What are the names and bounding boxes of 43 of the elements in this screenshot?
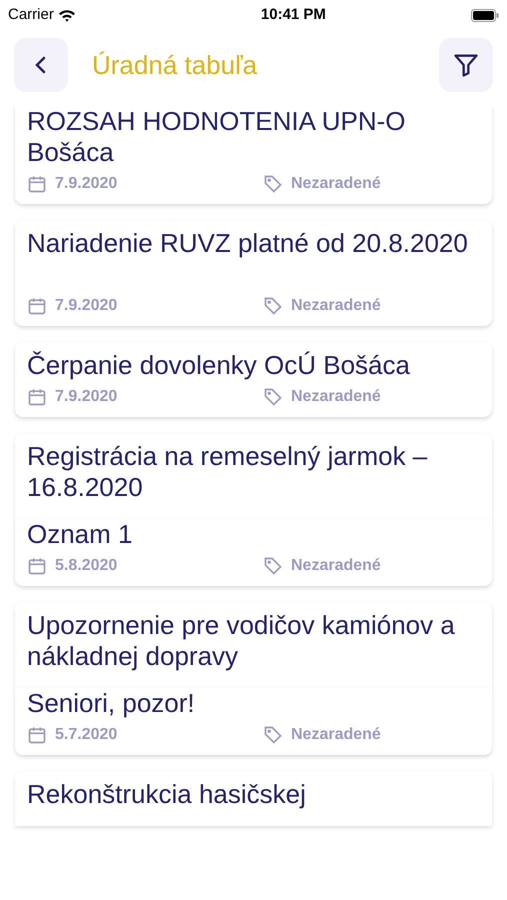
wifi-icon [58, 8, 76, 22]
calendar-icon [27, 387, 47, 407]
filter-button[interactable] [439, 38, 493, 92]
calendar-icon [27, 296, 47, 316]
tag-icon [263, 174, 283, 194]
time-text: 10:41 PM [260, 4, 326, 25]
category-text: Nezaradené [291, 556, 381, 576]
notice-title: Čerpanie dovolenky OcÚ Bošáca [27, 350, 411, 381]
notice-card[interactable]: Čerpanie dovolenky OcÚ Bošáca 7.9.2020 Nezaradené [15, 342, 492, 417]
notice-title: Registrácia na remeselný jarmok – 16.8.2020 [27, 441, 428, 503]
date-text: 7.9.2020 [55, 174, 118, 194]
date-text: 7.9.2020 [55, 296, 118, 316]
battery-icon [470, 8, 499, 22]
notice-title: Oznam 1 [27, 519, 134, 550]
date-text: 5.8.2020 [55, 556, 118, 576]
category-text: Nezaradené [291, 387, 381, 407]
notice-card[interactable]: Rekonštrukcia hasičskej [15, 771, 492, 826]
calendar-icon [27, 725, 47, 745]
notice-title: ROZSAH HODNOTENIA UPN-O Bošáca [27, 106, 406, 168]
notice-card[interactable]: Seniori, pozor! 5.7.2020 Nezaradené [15, 688, 492, 755]
notice-card[interactable]: Nariadenie RUVZ platné od 20.8.2020 7.9.2020 Nezaradené [15, 220, 492, 326]
notice-title: Upozornenie pre vodičov kamiónov a nákladnej dopravy [27, 610, 456, 672]
date-text: 5.7.2020 [55, 725, 118, 745]
date-text: 7.9.2020 [55, 387, 118, 407]
calendar-icon [27, 174, 47, 194]
tag-icon [263, 296, 283, 316]
notice-title: Nariadenie RUVZ platné od 20.8.2020 [27, 228, 469, 260]
notice-card[interactable]: Registrácia na remeselný jarmok – 16.8.2020 [15, 433, 492, 519]
tag-icon [263, 387, 283, 407]
notice-card[interactable]: Oznam 1 5.8.2020 Nezaradené [15, 519, 492, 586]
category-text: Nezaradené [291, 725, 381, 745]
category-text: Nezaradené [291, 174, 381, 194]
notice-card[interactable]: Upozornenie pre vodičov kamiónov a nákladnej dopravy [15, 602, 492, 688]
category-text: Nezaradené [291, 296, 381, 316]
tag-icon [263, 725, 283, 745]
calendar-icon [27, 556, 47, 576]
page-title: Úradná tabuľa [92, 48, 258, 82]
notice-title: Seniori, pozor! [27, 688, 196, 719]
notice-title: Rekonštrukcia hasičskej [27, 779, 307, 810]
back-icon [34, 55, 48, 75]
carrier-text: Carrier [8, 4, 54, 25]
tag-icon [263, 556, 283, 576]
notice-card[interactable]: ROZSAH HODNOTENIA UPN-O Bošáca 7.9.2020 Nezaradené [15, 106, 492, 204]
